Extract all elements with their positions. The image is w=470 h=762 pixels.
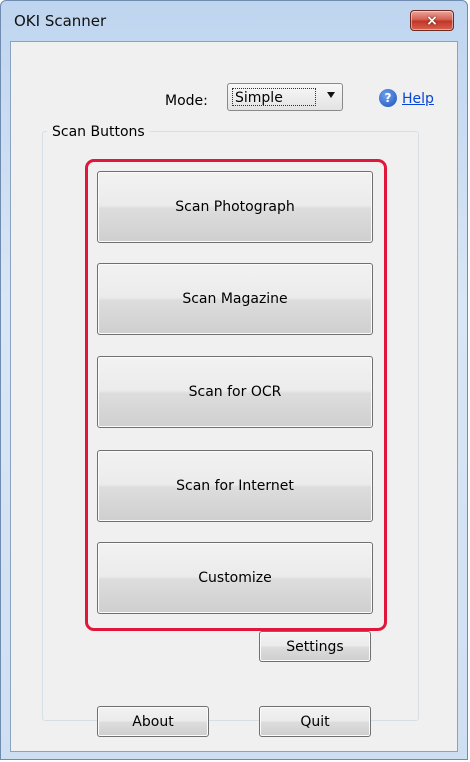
scan-photograph-button[interactable]: Scan Photograph <box>97 171 373 243</box>
close-button[interactable]: × <box>410 10 454 31</box>
window-title: OKI Scanner <box>14 12 107 30</box>
mode-dropdown[interactable]: Simple <box>227 83 343 111</box>
mode-selected-value: Simple <box>232 88 316 106</box>
settings-button[interactable]: Settings <box>259 631 371 662</box>
scanner-window: OKI Scanner × Mode: Simple ? Help Scan B… <box>0 0 468 760</box>
title-bar[interactable]: OKI Scanner × <box>1 1 467 41</box>
scan-for-ocr-button[interactable]: Scan for OCR <box>97 356 373 428</box>
close-icon: × <box>426 12 438 29</box>
chevron-down-icon <box>327 92 335 98</box>
scan-buttons-group-title: Scan Buttons <box>47 124 150 140</box>
about-button[interactable]: About <box>97 706 209 737</box>
client-area: Mode: Simple ? Help Scan Buttons Scan Ph… <box>10 41 458 752</box>
customize-button[interactable]: Customize <box>97 542 373 614</box>
quit-button[interactable]: Quit <box>259 706 371 737</box>
help-link[interactable]: Help <box>402 91 434 107</box>
mode-label: Mode: <box>165 93 208 109</box>
help-icon[interactable]: ? <box>379 89 397 107</box>
scan-for-internet-button[interactable]: Scan for Internet <box>97 450 373 522</box>
scan-magazine-button[interactable]: Scan Magazine <box>97 263 373 335</box>
